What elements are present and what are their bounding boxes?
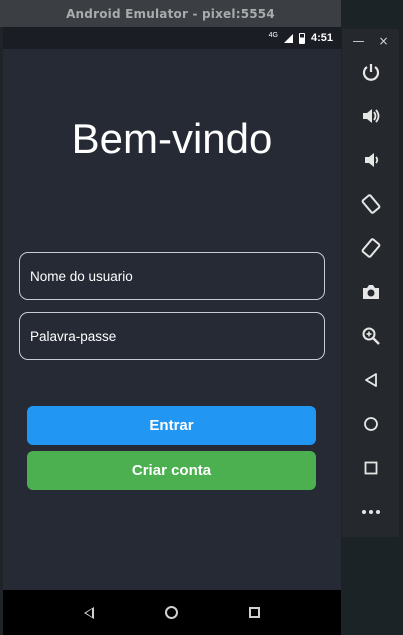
create-account-button[interactable]: Criar conta	[27, 451, 316, 490]
device-screen: 4G 4:51 Bem-vindo Entrar Criar conta	[3, 27, 341, 635]
battery-icon	[298, 32, 305, 44]
password-input[interactable]	[30, 328, 324, 344]
window-title: Android Emulator - pixel:5554	[0, 0, 341, 27]
toolbar-window-controls: — ×	[342, 29, 399, 53]
back-icon[interactable]	[342, 366, 399, 394]
username-input[interactable]	[30, 268, 324, 284]
navigation-bar	[3, 590, 341, 635]
nav-recents-icon[interactable]	[249, 607, 261, 618]
more-icon[interactable]	[342, 498, 399, 526]
zoom-icon[interactable]	[342, 322, 399, 350]
network-type: 4G	[268, 31, 278, 39]
camera-icon[interactable]	[342, 278, 399, 306]
minimize-button[interactable]: —	[352, 34, 364, 48]
welcome-heading: Bem-vindo	[71, 115, 273, 162]
emulator-toolbar: — ×	[342, 29, 399, 537]
signal-icon	[283, 33, 293, 43]
volume-down-icon[interactable]	[342, 146, 399, 174]
nav-back-icon[interactable]	[83, 606, 94, 619]
home-icon[interactable]	[342, 410, 399, 438]
nav-home-icon[interactable]	[164, 606, 178, 619]
login-button[interactable]: Entrar	[27, 406, 316, 445]
rotate-left-icon[interactable]	[342, 190, 399, 218]
volume-up-icon[interactable]	[342, 102, 399, 130]
password-field[interactable]	[19, 312, 325, 360]
emulator-window: Android Emulator - pixel:5554 4G 4:51 Be…	[0, 0, 341, 635]
rotate-right-icon[interactable]	[342, 234, 399, 262]
status-bar: 4G 4:51	[3, 27, 341, 49]
overview-icon[interactable]	[342, 454, 399, 482]
status-time: 4:51	[310, 32, 333, 44]
close-button[interactable]: ×	[378, 34, 388, 48]
power-icon[interactable]	[342, 58, 399, 86]
username-field[interactable]	[19, 252, 325, 300]
